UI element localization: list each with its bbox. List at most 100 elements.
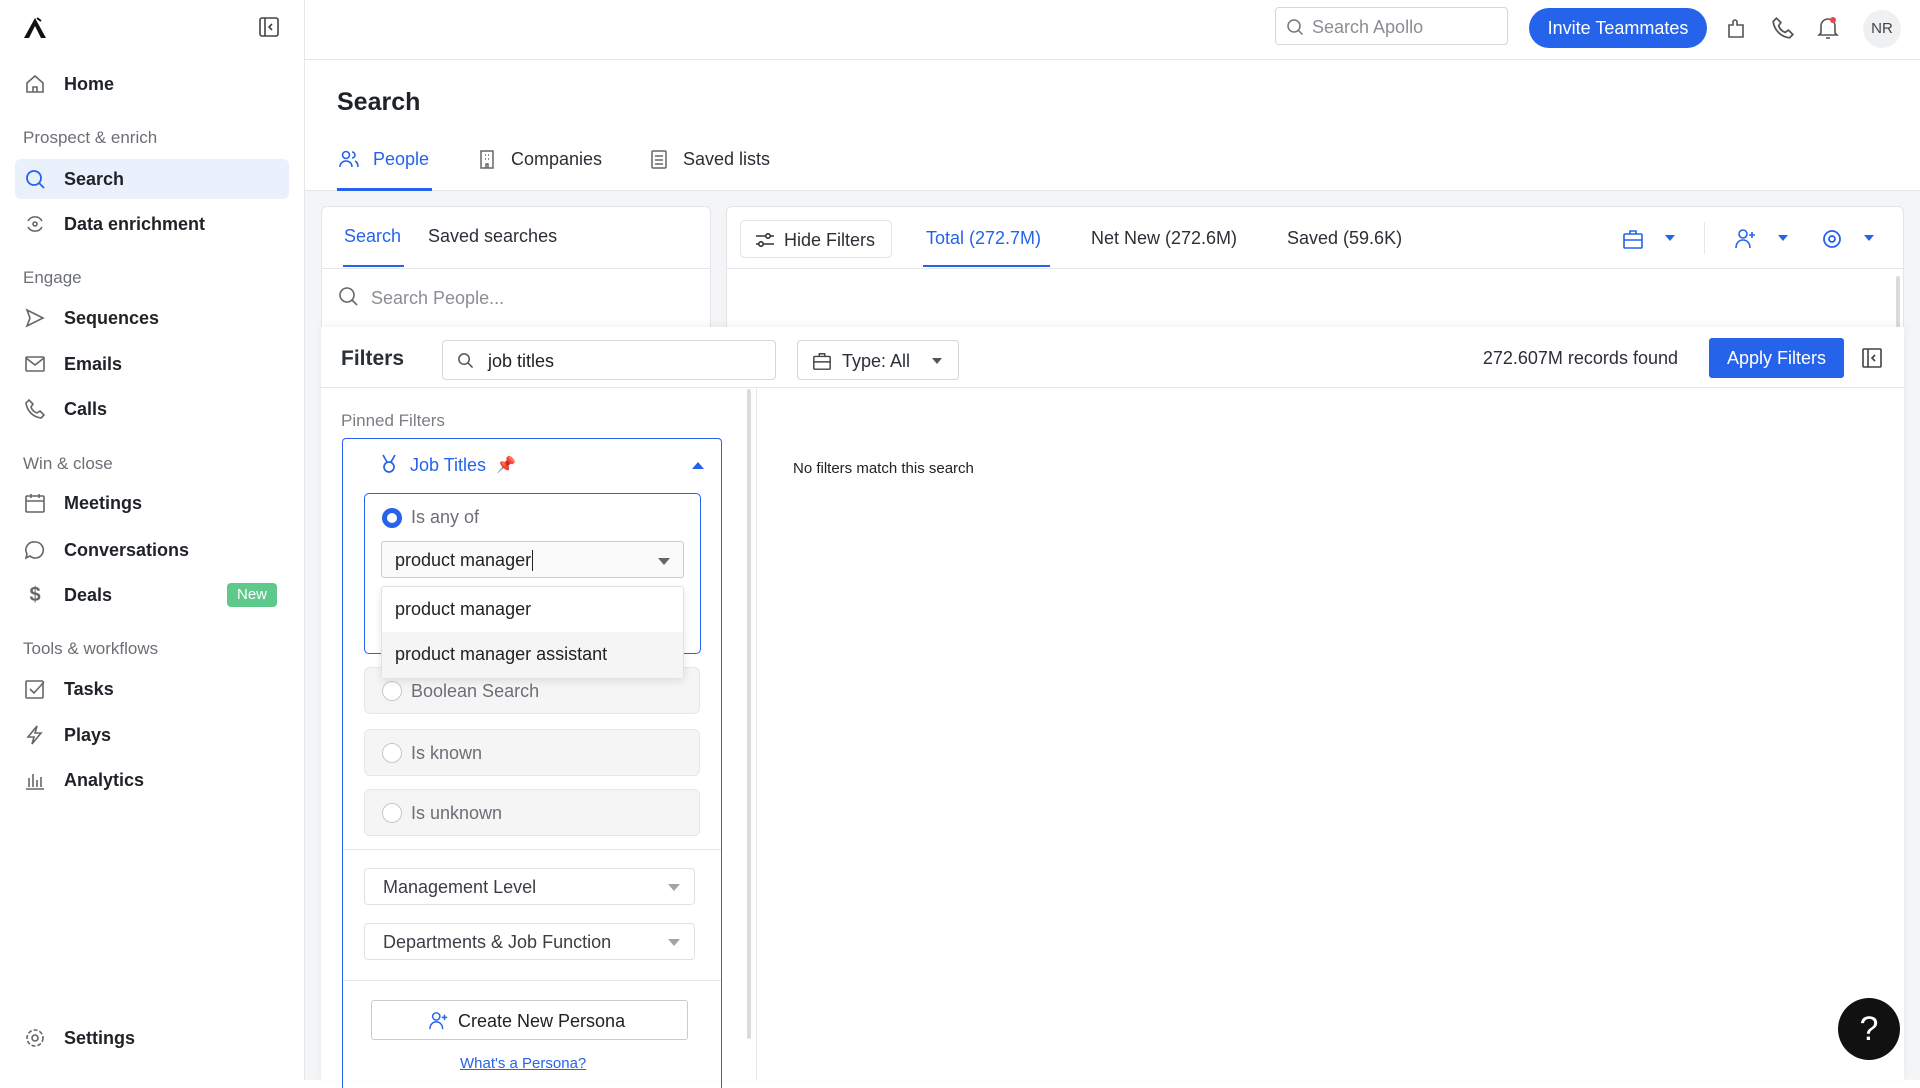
gear-icon [24, 1027, 46, 1049]
avatar[interactable]: NR [1863, 10, 1901, 48]
sidebar-item-data-enrichment[interactable]: Data enrichment [15, 204, 289, 244]
building-icon [478, 149, 496, 169]
no-filters-message: No filters match this search [793, 460, 974, 477]
search-icon [457, 352, 474, 369]
chevron-down-icon[interactable] [1778, 235, 1788, 241]
collapse-sidebar-icon[interactable] [258, 16, 280, 38]
scrollbar[interactable] [1896, 276, 1900, 331]
sidebar: Home Prospect & enrich Search Data enric… [0, 0, 305, 1080]
job-title-input[interactable]: product manager [381, 541, 684, 578]
is-unknown-option[interactable]: Is unknown [364, 789, 700, 836]
apply-filters-button[interactable]: Apply Filters [1709, 338, 1844, 378]
tab-search[interactable]: Search [344, 226, 401, 247]
create-persona-button[interactable]: Create New Persona [371, 1000, 688, 1040]
bell-icon[interactable] [1816, 15, 1840, 41]
active-tab-underline [923, 265, 1050, 267]
pinned-filters-label: Pinned Filters [341, 411, 445, 430]
sidebar-item-calls[interactable]: Calls [15, 389, 289, 429]
list-icon [650, 149, 668, 169]
radio[interactable] [382, 743, 402, 763]
add-person-icon [428, 1011, 450, 1031]
sidebar-item-conversations[interactable]: Conversations [15, 530, 289, 570]
search-icon [338, 286, 360, 308]
people-icon [339, 149, 359, 169]
chat-icon [24, 539, 46, 561]
tab-saved-searches[interactable]: Saved searches [428, 226, 557, 247]
search-icon [24, 168, 46, 190]
phone-icon[interactable] [1771, 16, 1795, 40]
tab-companies[interactable]: Companies [476, 145, 616, 185]
suggestion-item[interactable]: product manager [382, 587, 683, 632]
sidebar-item-search[interactable]: Search [15, 159, 289, 199]
puzzle-icon[interactable] [1725, 16, 1749, 40]
sidebar-item-meetings[interactable]: Meetings [15, 483, 289, 523]
invite-teammates-button[interactable]: Invite Teammates [1529, 8, 1707, 48]
suggestions-dropdown: product manager product manager assistan… [381, 586, 684, 678]
collapse-panel-icon[interactable] [1861, 347, 1883, 369]
radio[interactable] [382, 681, 402, 701]
divider [756, 388, 757, 1080]
tab-saved-lists[interactable]: Saved lists [648, 145, 788, 185]
suggestion-item[interactable]: product manager assistant [382, 632, 683, 678]
divider [727, 268, 1903, 269]
sidebar-item-home[interactable]: Home [15, 64, 289, 104]
medal-icon [380, 454, 398, 474]
job-titles-header[interactable]: Job Titles [410, 455, 486, 476]
records-found: 272.607M records found [1482, 348, 1678, 368]
apollo-logo[interactable] [22, 16, 48, 40]
active-tab-underline [343, 265, 404, 267]
chevron-down-icon[interactable] [1864, 235, 1874, 241]
divider [343, 849, 721, 850]
chevron-down-icon[interactable] [1665, 235, 1675, 241]
chevron-down-icon[interactable] [658, 558, 670, 565]
type-dropdown[interactable]: Type: All [797, 340, 959, 380]
chevron-up-icon[interactable] [692, 462, 704, 469]
search-people-input[interactable]: Search People... [371, 288, 504, 309]
briefcase-icon [812, 351, 832, 371]
search-icon [1286, 18, 1304, 36]
checkbox-icon [24, 678, 46, 700]
sidebar-item-plays[interactable]: Plays [15, 715, 289, 755]
send-icon [24, 307, 46, 329]
management-level-dropdown[interactable]: Management Level [364, 868, 695, 905]
sidebar-item-sequences[interactable]: Sequences [15, 298, 289, 338]
tab-people[interactable]: People [337, 145, 432, 191]
page-title: Search [337, 88, 421, 116]
is-known-option[interactable]: Is known [364, 729, 700, 776]
calendar-icon [24, 492, 46, 514]
global-search-input[interactable]: Search Apollo [1275, 7, 1508, 45]
sidebar-item-deals[interactable]: $ Deals New [15, 575, 289, 615]
phone-icon [24, 398, 46, 420]
sidebar-item-analytics[interactable]: Analytics [15, 760, 289, 800]
sidebar-item-emails[interactable]: Emails [15, 344, 289, 384]
divider [321, 387, 1904, 388]
filter-search-input[interactable]: job titles [442, 340, 776, 380]
whats-persona-link[interactable]: What's a Persona? [460, 1055, 586, 1072]
divider [343, 980, 721, 981]
briefcase-icon[interactable] [1622, 228, 1644, 250]
sliders-icon [755, 231, 775, 249]
section-label: Engage [23, 268, 82, 287]
mail-icon [24, 353, 46, 375]
hide-filters-button[interactable]: Hide Filters [740, 220, 892, 258]
sidebar-item-settings[interactable]: Settings [15, 1018, 289, 1058]
eye-icon[interactable] [1821, 228, 1843, 250]
sidebar-item-tasks[interactable]: Tasks [15, 669, 289, 709]
new-badge: New [227, 583, 277, 607]
results-panel [726, 206, 1904, 336]
radio-selected[interactable] [382, 508, 402, 528]
help-button[interactable]: ? [1838, 998, 1900, 1060]
home-icon [24, 73, 46, 95]
pin-icon[interactable]: 📌 [496, 455, 516, 475]
divider [1704, 222, 1705, 254]
departments-dropdown[interactable]: Departments & Job Function [364, 923, 695, 960]
tab-net-new[interactable]: Net New (272.6M) [1091, 228, 1237, 249]
tab-total[interactable]: Total (272.7M) [926, 228, 1041, 249]
section-label: Win & close [23, 454, 113, 473]
chevron-down-icon [932, 358, 942, 364]
bar-chart-icon [24, 769, 46, 791]
radio[interactable] [382, 803, 402, 823]
filters-scrollbar[interactable] [747, 389, 751, 1039]
tab-saved[interactable]: Saved (59.6K) [1287, 228, 1402, 249]
add-person-icon[interactable] [1735, 228, 1757, 250]
